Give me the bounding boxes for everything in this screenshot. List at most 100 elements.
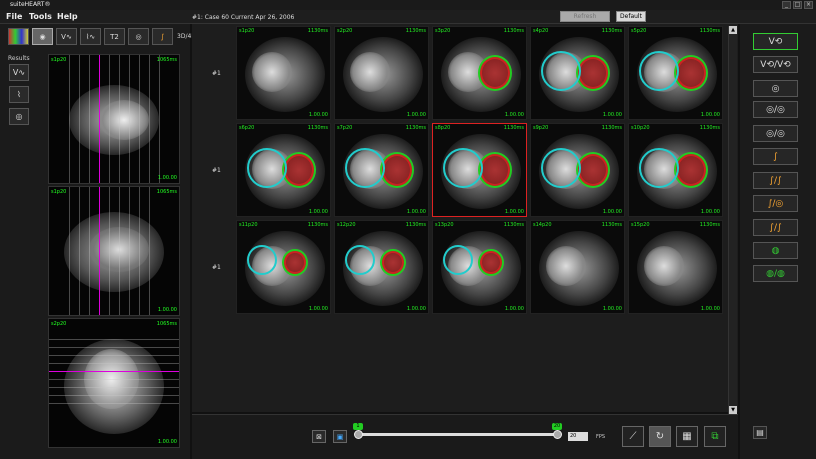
menubar: File Tools Help #1: Case 60 Current Apr … <box>0 10 816 24</box>
right-tool-panel: V⟲ V⟲/V⟲ ◎ ◎/◎ ◎/◎ ∫ ∫/∫ ∫/◎ ∫/∫ ◍ ◍/◍ ▤ <box>740 24 816 459</box>
ra-button[interactable]: ∫/◎ <box>753 195 798 212</box>
palette-icon[interactable] <box>8 28 29 45</box>
line-tool-icon[interactable]: ⟋ <box>622 426 644 447</box>
grid-cell[interactable]: s13p20 1130ms 1.00.00 <box>432 220 527 314</box>
rv-contour <box>345 245 375 275</box>
row-label: #1 <box>212 167 221 174</box>
cell-series: s5p20 <box>631 28 647 34</box>
grid-cell[interactable]: s15p20 1130ms 1.00.00 <box>628 220 723 314</box>
cell-index: 1.00.00 <box>308 209 328 215</box>
lv-contour <box>282 152 316 188</box>
segment-pair-button[interactable]: ◍/◍ <box>753 265 798 282</box>
grid-cell[interactable]: s7p20 1130ms 1.00.00 <box>334 123 429 217</box>
long-axis-view-2[interactable]: s1p20 1065ms 1.00.00 <box>48 186 180 316</box>
cell-series: s13p20 <box>435 222 454 228</box>
close-icon[interactable]: × <box>804 1 813 9</box>
grid-cell[interactable]: s5p20 1130ms 1.00.00 <box>628 26 723 120</box>
menu-tools[interactable]: Tools <box>29 12 52 21</box>
menu-help[interactable]: Help <box>57 12 78 21</box>
cell-time: 1130ms <box>699 125 720 131</box>
cell-series: s6p20 <box>239 125 255 131</box>
slider-start-value: 1 <box>353 423 363 430</box>
rv-contour <box>541 51 581 91</box>
menu-file[interactable]: File <box>6 12 22 21</box>
default-button[interactable]: Default <box>616 11 646 22</box>
lv-contour <box>478 55 512 91</box>
grid-cell[interactable]: s8p20 1130ms 1.00.00 <box>432 123 527 217</box>
maximize-icon[interactable]: □ <box>793 1 802 9</box>
cell-time: 1130ms <box>601 28 622 34</box>
slider-end-handle[interactable] <box>553 430 562 439</box>
grid-cell[interactable]: s14p20 1130ms 1.00.00 <box>530 220 625 314</box>
cell-index: 1.00.00 <box>406 112 426 118</box>
results-label: Results <box>8 55 30 62</box>
ring-results-icon[interactable]: ◎ <box>9 108 29 125</box>
la-epi-button[interactable]: ∫/∫ <box>753 219 798 236</box>
refresh-button[interactable]: Refresh <box>560 11 610 22</box>
t2-icon[interactable]: T2 <box>104 28 125 45</box>
myocardium-button[interactable]: ◎/◎ <box>753 125 798 142</box>
lv-contour <box>478 152 512 188</box>
view-time: 1065ms <box>156 189 177 195</box>
rv-contour <box>443 245 473 275</box>
orange-curve-icon: ∫/◎ <box>767 198 784 209</box>
long-axis-view-3[interactable]: s2p20 1065ms 1.00.00 <box>48 318 180 448</box>
grid-cell[interactable]: s3p20 1130ms 1.00.00 <box>432 26 527 120</box>
mode-toolbar: ◉ V∿ ⌇∿ T2 ◎ ∫ 3D/4D <box>8 28 197 45</box>
flow-results-icon[interactable]: ⌇ <box>9 86 29 103</box>
scroll-down-icon[interactable]: ▼ <box>729 406 737 414</box>
volume-curve-icon[interactable]: V∿ <box>56 28 77 45</box>
frame-slider[interactable] <box>358 433 558 436</box>
view-time: 1065ms <box>156 57 177 63</box>
mri-image <box>252 52 292 92</box>
view-series: s1p20 <box>51 189 67 195</box>
cell-index: 1.00.00 <box>602 209 622 215</box>
grid-scrollbar[interactable]: ▲ ▼ <box>728 26 737 414</box>
signal-curve-icon[interactable]: ∫ <box>152 28 173 45</box>
volume-results-icon[interactable]: V∿ <box>9 64 29 81</box>
minimize-icon[interactable]: _ <box>782 1 791 9</box>
lv-epi-button[interactable]: V⟲/V⟲ <box>753 56 798 73</box>
rv-contour <box>247 148 287 188</box>
cell-time: 1130ms <box>503 28 524 34</box>
grid-cell[interactable]: s2p20 1130ms 1.00.00 <box>334 26 429 120</box>
grid-cell[interactable]: s6p20 1130ms 1.00.00 <box>236 123 331 217</box>
grid-cell[interactable]: s1p20 1130ms 1.00.00 <box>236 26 331 120</box>
grid-layout-icon[interactable]: ▦ <box>676 426 698 447</box>
fps-select[interactable]: 20 <box>568 432 588 441</box>
papillary-button[interactable]: ∫ <box>753 148 798 165</box>
ring-icon: ◎/◎ <box>766 128 785 139</box>
grid-cell[interactable]: s11p20 1130ms 1.00.00 <box>236 220 331 314</box>
rv-contour <box>639 51 679 91</box>
scroll-up-icon[interactable]: ▲ <box>729 26 737 34</box>
rotate-tool-icon[interactable]: ↻ <box>649 426 671 447</box>
segment-button[interactable]: ◍ <box>753 242 798 259</box>
grid-cell[interactable]: s4p20 1130ms 1.00.00 <box>530 26 625 120</box>
rv-contour <box>443 148 483 188</box>
cell-index: 1.00.00 <box>406 209 426 215</box>
no-cine-icon[interactable]: ⊠ <box>312 430 326 443</box>
la-button[interactable]: ∫/∫ <box>753 172 798 189</box>
flow-curve-icon[interactable]: ⌇∿ <box>80 28 101 45</box>
grid-cell[interactable]: s9p20 1130ms 1.00.00 <box>530 123 625 217</box>
segment-icon: ◍/◍ <box>766 268 785 279</box>
copy-contour-icon[interactable]: ⧉ <box>704 426 726 447</box>
heart-icon[interactable]: ◉ <box>32 28 53 45</box>
lv-endo-button[interactable]: V⟲ <box>753 33 798 50</box>
case-info: #1: Case 60 Current Apr 26, 2006 <box>192 14 295 21</box>
contour-icon: V⟲/V⟲ <box>760 59 791 70</box>
report-icon[interactable]: ▤ <box>753 426 767 439</box>
slider-end-value: 20 <box>552 423 562 430</box>
cell-time: 1130ms <box>699 28 720 34</box>
rv-epi-button[interactable]: ◎/◎ <box>753 101 798 118</box>
slider-start-handle[interactable] <box>354 430 363 439</box>
ring-icon[interactable]: ◎ <box>128 28 149 45</box>
cell-series: s1p20 <box>239 28 255 34</box>
cine-play-icon[interactable]: ▣ <box>333 430 347 443</box>
cine-controls: ⊠ ▣ 1 20 20 FPS ⟋ ↻ ▦ ⧉ <box>192 414 738 459</box>
grid-cell[interactable]: s10p20 1130ms 1.00.00 <box>628 123 723 217</box>
long-axis-view-1[interactable]: s1p20 1065ms 1.00.00 <box>48 54 180 184</box>
rv-endo-button[interactable]: ◎ <box>753 80 798 97</box>
contour-icon: V⟲ <box>768 36 783 47</box>
grid-cell[interactable]: s12p20 1130ms 1.00.00 <box>334 220 429 314</box>
